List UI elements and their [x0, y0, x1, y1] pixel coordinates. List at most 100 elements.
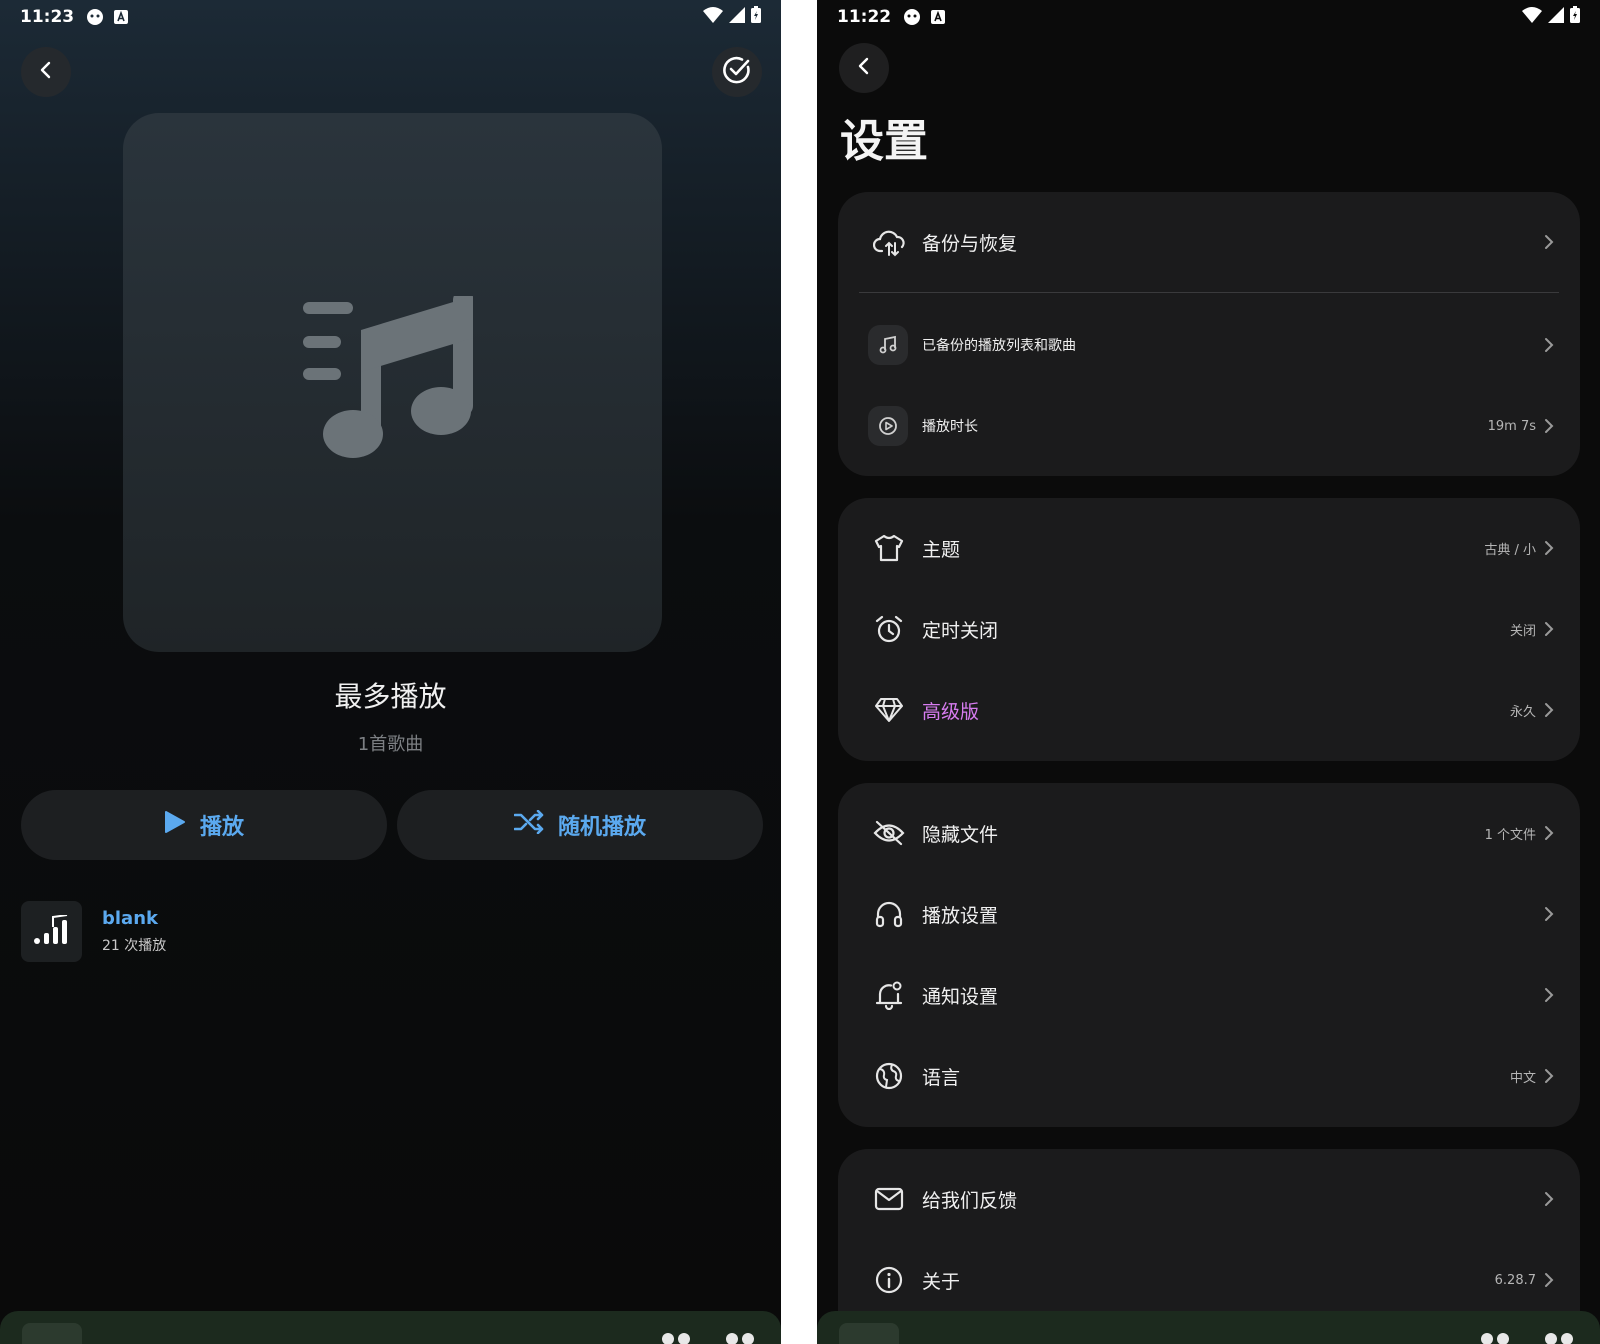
- chevron-right-icon: [1544, 1272, 1556, 1288]
- settings-item-hidden-files[interactable]: 隐藏文件 1 个文件: [838, 793, 1580, 873]
- chevron-right-icon: [1544, 702, 1556, 718]
- mini-player-thumbnail: [22, 1323, 82, 1344]
- mini-player[interactable]: [817, 1311, 1600, 1344]
- bell-icon: [872, 978, 906, 1012]
- settings-item-about-label: 关于: [922, 1270, 961, 1293]
- back-button[interactable]: [21, 47, 71, 97]
- divider: [859, 292, 1559, 293]
- settings-item-theme-value: 古典 / 小: [1484, 542, 1536, 558]
- shuffle-icon: [513, 809, 544, 840]
- chevron-left-icon: [855, 57, 873, 79]
- settings-item-feedback[interactable]: 给我们反馈: [838, 1159, 1580, 1239]
- settings-item-about-value: 6.28.7: [1494, 1272, 1536, 1288]
- play-circle-icon: [868, 406, 908, 446]
- play-button[interactable]: 播放: [21, 790, 387, 860]
- settings-item-theme-label: 主题: [922, 538, 961, 561]
- settings-item-feedback-label: 给我们反馈: [922, 1189, 1018, 1212]
- chevron-right-icon: [1544, 1068, 1556, 1084]
- settings-item-premium-label: 高级版: [922, 700, 980, 723]
- cloud-sync-icon: [872, 225, 906, 259]
- select-button[interactable]: [712, 47, 762, 97]
- settings-item-language-label: 语言: [922, 1066, 961, 1089]
- chevron-right-icon: [1544, 337, 1556, 353]
- chevron-right-icon: [1544, 621, 1556, 637]
- settings-item-hidden-files-label: 隐藏文件: [922, 823, 999, 846]
- settings-item-backup-label: 备份与恢复: [922, 232, 1018, 255]
- settings-item-play-time[interactable]: 播放时长 19m 7s: [838, 386, 1580, 466]
- settings-item-language-value: 中文: [1509, 1070, 1536, 1086]
- page-title: 设置: [840, 116, 928, 167]
- alarm-clock-icon: [872, 612, 906, 646]
- chevron-right-icon: [1544, 234, 1556, 250]
- next-icon[interactable]: [726, 1333, 754, 1344]
- settings-item-language[interactable]: 语言 中文: [838, 1036, 1580, 1116]
- settings-item-playback-label: 播放设置: [922, 904, 999, 927]
- music-note-icon: [868, 325, 908, 365]
- battery-icon: [1570, 6, 1580, 28]
- eye-off-icon: [872, 816, 906, 850]
- app-a-icon: [114, 10, 129, 24]
- android-robot-icon: [903, 8, 921, 26]
- playlist-cover: [123, 113, 662, 652]
- chevron-right-icon: [1544, 825, 1556, 841]
- chevron-right-icon: [1544, 540, 1556, 556]
- status-bar: 11:22: [817, 0, 1600, 34]
- pause-icon[interactable]: [1481, 1333, 1509, 1344]
- settings-item-premium[interactable]: 高级版 永久: [838, 670, 1580, 750]
- settings-item-play-time-label: 播放时长: [922, 419, 978, 435]
- app-a-icon: [931, 10, 946, 24]
- check-circle-icon: [722, 55, 752, 89]
- settings-item-premium-value: 永久: [1509, 704, 1536, 720]
- settings-item-theme[interactable]: 主题 古典 / 小: [838, 508, 1580, 588]
- settings-item-about[interactable]: 关于 6.28.7: [838, 1240, 1580, 1320]
- song-title: blank: [102, 908, 158, 929]
- headphones-icon: [872, 897, 906, 931]
- settings-item-backup[interactable]: 备份与恢复: [838, 202, 1580, 282]
- music-note-icon: [302, 289, 483, 470]
- settings-item-playback[interactable]: 播放设置: [838, 874, 1580, 954]
- shuffle-button[interactable]: 随机播放: [397, 790, 763, 860]
- status-time: 11:23: [20, 7, 75, 27]
- back-button[interactable]: [839, 43, 889, 93]
- chevron-right-icon: [1544, 1191, 1556, 1207]
- status-bar: 11:23: [0, 0, 781, 34]
- song-play-count: 21 次播放: [102, 938, 167, 954]
- settings-item-sleep-timer-label: 定时关闭: [922, 619, 999, 642]
- globe-icon: [872, 1059, 906, 1093]
- play-icon: [164, 810, 186, 840]
- mini-player-thumbnail: [839, 1323, 899, 1344]
- playlist-screen: 11:23 最多播放 1首歌曲 播放 随机播放 blank 21 次播放: [0, 0, 781, 1344]
- playlist-title: 最多播放: [334, 680, 447, 713]
- signal-icon: [1548, 6, 1564, 28]
- signal-icon: [729, 6, 745, 28]
- music-bars-icon: [33, 913, 71, 949]
- settings-item-play-time-value: 19m 7s: [1487, 418, 1536, 434]
- battery-icon: [751, 6, 761, 28]
- song-thumbnail: [21, 901, 82, 962]
- backup-group: 备份与恢复 已备份的播放列表和歌曲 播放时长 19m 7s: [838, 192, 1580, 476]
- settings-item-hidden-files-value: 1 个文件: [1484, 827, 1536, 843]
- next-icon[interactable]: [1545, 1333, 1573, 1344]
- settings-item-notification-label: 通知设置: [922, 985, 999, 1008]
- settings-item-backed-up-playlists[interactable]: 已备份的播放列表和歌曲: [838, 305, 1580, 385]
- settings-screen: 11:22 设置 备份与恢复 已备份的播放列表和歌曲 播放时长 19m 7s 主…: [817, 0, 1600, 1344]
- mail-icon: [872, 1182, 906, 1216]
- tshirt-icon: [872, 531, 906, 565]
- appearance-group: 主题 古典 / 小 定时关闭 关闭 高级版 永久: [838, 498, 1580, 761]
- settings-item-sleep-timer-value: 关闭: [1509, 623, 1536, 639]
- settings-item-sleep-timer[interactable]: 定时关闭 关闭: [838, 589, 1580, 669]
- shuffle-button-label: 随机播放: [557, 815, 646, 840]
- info-icon: [872, 1263, 906, 1297]
- song-list-item[interactable]: blank 21 次播放: [21, 901, 166, 962]
- wifi-icon: [703, 6, 723, 28]
- settings-item-notification[interactable]: 通知设置: [838, 955, 1580, 1035]
- chevron-left-icon: [37, 61, 55, 83]
- pause-icon[interactable]: [662, 1333, 690, 1344]
- chevron-right-icon: [1544, 418, 1556, 434]
- general-group: 隐藏文件 1 个文件 播放设置 通知设置 语言 中文: [838, 783, 1580, 1127]
- chevron-right-icon: [1544, 906, 1556, 922]
- diamond-icon: [872, 693, 906, 727]
- mini-player[interactable]: [0, 1311, 781, 1344]
- play-button-label: 播放: [199, 815, 244, 840]
- playlist-song-count: 1首歌曲: [357, 734, 424, 755]
